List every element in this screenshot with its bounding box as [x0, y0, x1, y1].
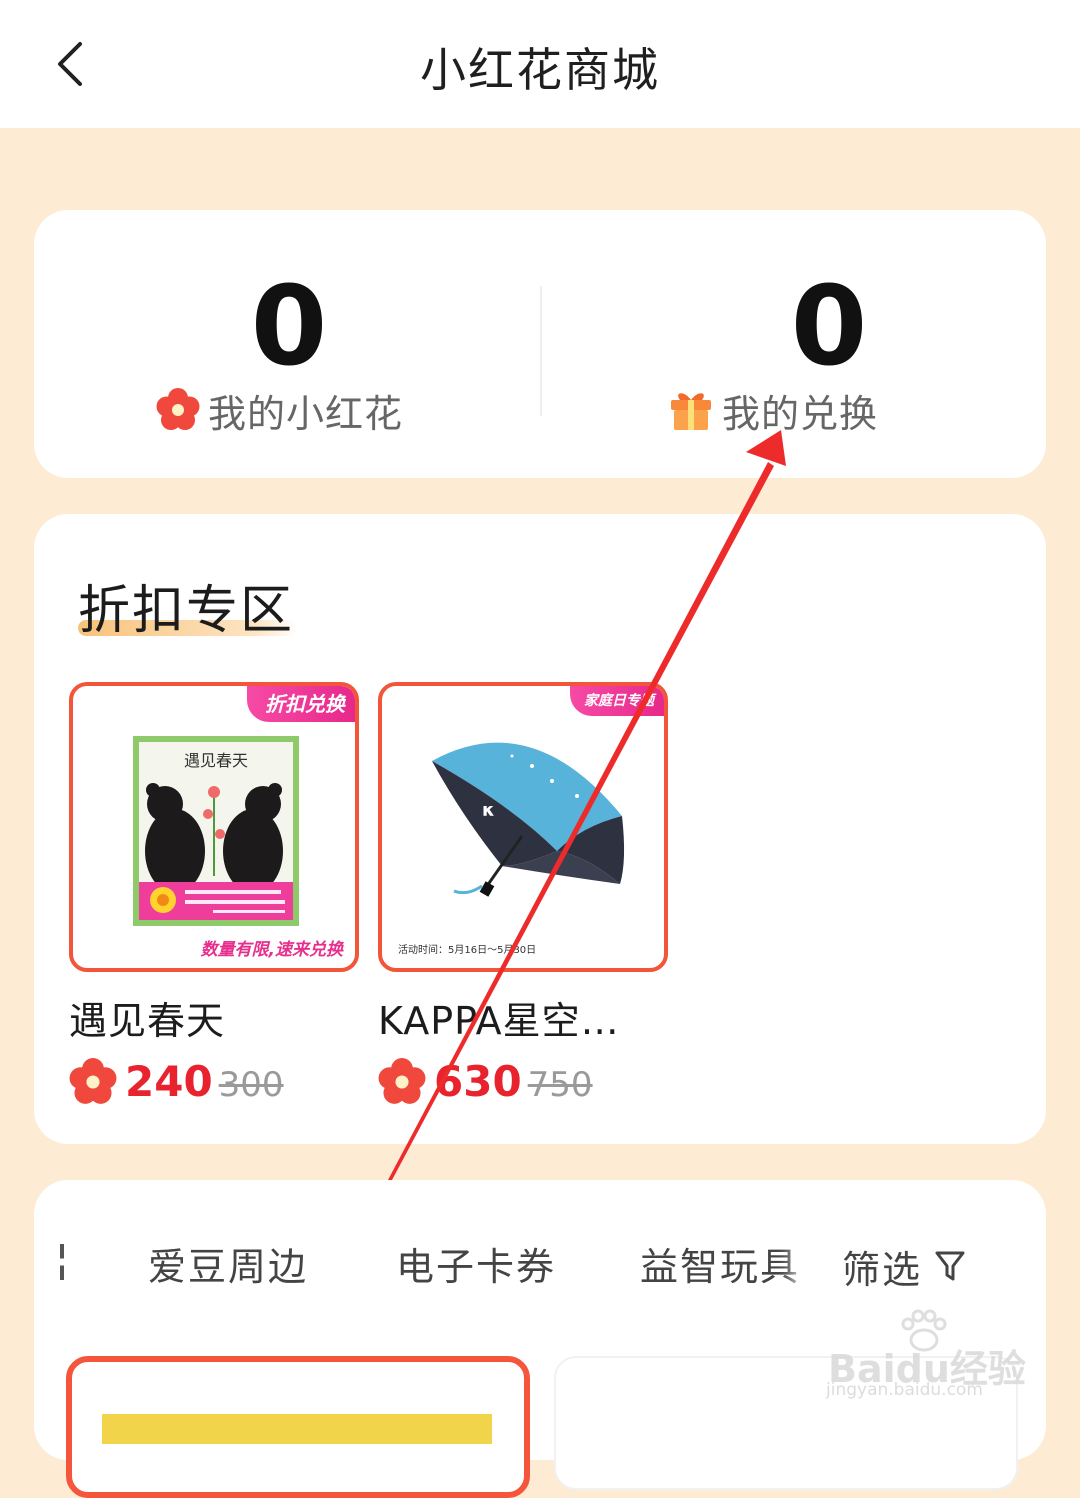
- category-product-card[interactable]: [66, 1356, 530, 1498]
- filter-label: 筛选: [842, 1247, 923, 1292]
- tab-educational-toys[interactable]: 益智玩具: [640, 1236, 800, 1291]
- svg-text:κ: κ: [482, 800, 495, 821]
- page-title: 小红花商城: [420, 43, 660, 97]
- baidu-watermark: Baidu经验 jingyan.baidu.com: [826, 1309, 1046, 1406]
- umbrella-image: κ: [432, 742, 625, 897]
- book-cover-title: 遇见春天: [184, 751, 248, 770]
- product-name: KAPPA星空…: [378, 999, 620, 1043]
- product-caption: 数量有限,速来兑换: [200, 940, 343, 960]
- product-old-price: 750: [527, 1065, 593, 1105]
- product-name: 遇见春天: [69, 999, 226, 1043]
- tab-idol-merch[interactable]: 爱豆周边: [148, 1236, 308, 1291]
- filter-button[interactable]: 筛选: [806, 1224, 1006, 1308]
- product-card-spring-book[interactable]: 折扣兑换 遇见春天 数量有限,速来兑换 遇见春天 240 300: [69, 682, 359, 1106]
- my-exchanges-label-row: 我的兑换: [668, 380, 878, 440]
- my-exchanges-stat[interactable]: 0 我的兑换: [540, 210, 1046, 478]
- exchange-count: 0: [790, 262, 868, 390]
- filter-icon: [935, 1251, 965, 1281]
- section-title: 折扣专区: [78, 581, 295, 641]
- red-flower-icon: [378, 1057, 426, 1104]
- discount-section: 折扣专区 折扣兑换 遇见春天 数量有限,速来兑换 遇见春天 240 300 家庭…: [34, 514, 1046, 1144]
- tab-e-vouchers[interactable]: 电子卡券: [396, 1236, 556, 1291]
- red-flower-icon: [156, 388, 200, 430]
- product-price-row: 630 750: [378, 1057, 668, 1106]
- red-flower-icon: [69, 1057, 117, 1104]
- my-flowers-label-row: 我的小红花: [156, 380, 403, 440]
- clipped-tab-edge: [60, 1244, 64, 1280]
- watermark-url: jingyan.baidu.com: [826, 1380, 983, 1400]
- section-title-wrap: 折扣专区: [78, 568, 298, 643]
- top-bar: 小红花商城: [0, 0, 1080, 128]
- product-image-stripe: [102, 1414, 492, 1444]
- product-caption: 活动时间：5月16日～5月30日: [398, 945, 537, 956]
- product-price-row: 240 300: [69, 1057, 359, 1106]
- product-card-kappa-umbrella[interactable]: 家庭日专题 κ 活动时间：5月16日～5月30日 KAPPA星空… 630 75…: [378, 682, 668, 1106]
- product-price: 240: [125, 1057, 213, 1106]
- product-image-frame: 折扣兑换 遇见春天 数量有限,速来兑换: [69, 682, 359, 972]
- my-flowers-label: 我的小红花: [208, 391, 404, 436]
- stats-card: 0 我的小红花 0 我的兑换: [34, 210, 1046, 478]
- gift-icon: [671, 393, 711, 430]
- my-flowers-stat[interactable]: 0 我的小红花: [34, 210, 540, 478]
- product-old-price: 300: [218, 1065, 284, 1105]
- my-exchanges-label: 我的兑换: [722, 391, 879, 436]
- product-image-frame: 家庭日专题 κ 活动时间：5月16日～5月30日: [378, 682, 668, 972]
- product-price: 630: [434, 1057, 522, 1106]
- book-cover-image: 遇见春天: [133, 736, 299, 926]
- flower-count: 0: [250, 262, 328, 390]
- category-tab-bar[interactable]: 爱豆周边 电子卡券 益智玩具 筛选: [34, 1224, 1046, 1308]
